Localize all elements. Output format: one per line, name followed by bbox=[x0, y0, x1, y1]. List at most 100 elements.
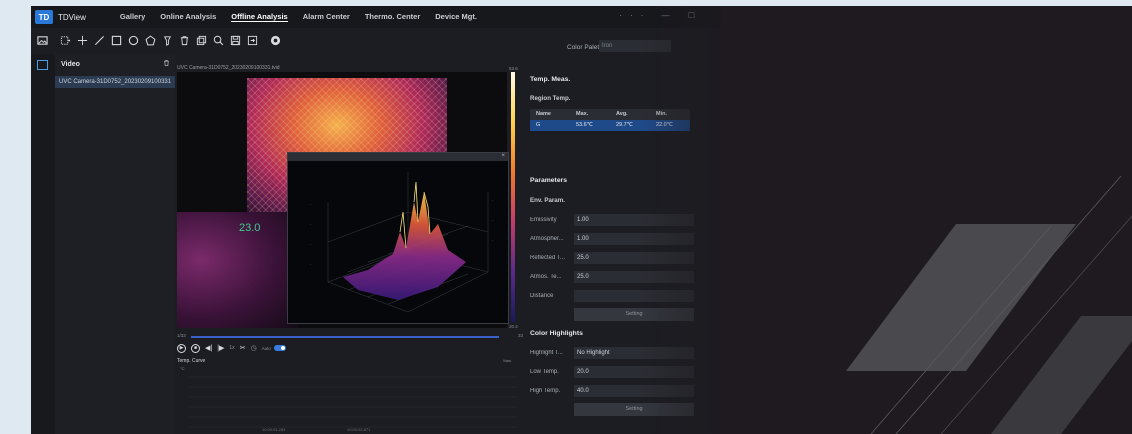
menu-alarm-center[interactable]: Alarm Center bbox=[303, 12, 350, 22]
color-highlights-header[interactable]: Color Highlights bbox=[530, 330, 583, 337]
video-panel: Video UVC Camera-31D0752_20230209100331 bbox=[55, 54, 175, 434]
svg-text:·: · bbox=[310, 202, 311, 207]
video-panel-header: Video bbox=[61, 61, 80, 68]
highlight-type-select[interactable]: No Highlight bbox=[574, 347, 694, 359]
temp-curve-panel: Temp. Curve °C Max. 10:00:01.283 10:00:0… bbox=[177, 355, 522, 434]
region-temp-header: Region Temp. bbox=[530, 95, 571, 102]
distance-label: Distance bbox=[530, 293, 554, 299]
video-icon[interactable] bbox=[37, 60, 48, 70]
colorbar-max-label: 53.6 bbox=[509, 66, 518, 71]
col-name: Name bbox=[536, 111, 551, 117]
reflected-temp-field[interactable]: 25.0 bbox=[574, 252, 694, 264]
cell-min: 22.0℃ bbox=[656, 122, 673, 128]
speed-icon[interactable]: 1x bbox=[229, 345, 234, 351]
colorbar-min-label: 20.4 bbox=[509, 324, 518, 329]
reflected-temp-label: Reflected T... bbox=[530, 255, 565, 261]
save-icon[interactable] bbox=[230, 35, 241, 46]
temp-curve-grid bbox=[189, 376, 517, 428]
col-avg: Avg. bbox=[616, 111, 628, 117]
col-max: Max. bbox=[576, 111, 589, 117]
right-panel: Temp. Meas. Region Temp. Name Max. Avg. … bbox=[524, 66, 721, 434]
emissivity-field[interactable]: 1.00 bbox=[574, 214, 694, 226]
main-menu: Gallery Online Analysis Offline Analysis… bbox=[120, 12, 492, 22]
table-row[interactable]: G 53.6℃ 29.7℃ 22.0℃ bbox=[530, 120, 690, 131]
step-back-icon[interactable]: ◀| bbox=[205, 344, 212, 352]
video-file-item[interactable]: UVC Camera-31D0752_20230209100331 bbox=[55, 76, 175, 88]
menu-gallery[interactable]: Gallery bbox=[120, 12, 145, 22]
svg-text:·: · bbox=[310, 222, 311, 227]
menu-online-analysis[interactable]: Online Analysis bbox=[160, 12, 216, 22]
menu-thermo-center[interactable]: Thermo. Center bbox=[365, 12, 420, 22]
export-icon[interactable] bbox=[247, 35, 258, 46]
step-forward-icon[interactable]: |▶ bbox=[217, 344, 224, 352]
high-temp-field[interactable]: 40.0 bbox=[574, 385, 694, 397]
low-temp-label: Low Temp. bbox=[530, 369, 559, 375]
svg-text:·: · bbox=[492, 218, 493, 223]
app-logo: TD bbox=[35, 10, 53, 24]
timeline-start: 1/33 bbox=[177, 333, 186, 338]
image-icon[interactable] bbox=[37, 35, 48, 46]
temperature-reading: 23.0 bbox=[239, 222, 261, 234]
3d-plot-window[interactable]: × · · · · · · · bbox=[287, 152, 509, 324]
rectangle-icon[interactable] bbox=[111, 35, 122, 46]
polygon-icon[interactable] bbox=[145, 34, 156, 46]
temp-curve-max-label: Max. bbox=[503, 358, 512, 363]
play-icon[interactable]: ▶ bbox=[177, 343, 186, 353]
thermal-image-lower bbox=[177, 212, 297, 328]
auto-label: Auto bbox=[261, 345, 271, 351]
3d-plot-titlebar[interactable] bbox=[288, 153, 508, 161]
menu-offline-analysis[interactable]: Offline Analysis bbox=[231, 12, 288, 22]
high-temp-label: High Temp. bbox=[530, 388, 561, 394]
region-temp-table: Name Max. Avg. Min. G 53.6℃ 29.7℃ 22.0℃ bbox=[530, 109, 690, 131]
timeline[interactable]: 1/33 33 bbox=[177, 333, 523, 341]
window-controls[interactable]: ··· — ☐ bbox=[619, 11, 703, 20]
clock-icon[interactable]: ◷ bbox=[251, 344, 257, 352]
pin-icon[interactable] bbox=[162, 35, 173, 46]
cell-name: G bbox=[536, 122, 541, 128]
auto-toggle[interactable] bbox=[273, 345, 286, 351]
cut-icon[interactable]: ✂ bbox=[240, 344, 246, 352]
line-icon[interactable] bbox=[94, 35, 105, 46]
screenshot-stage: TD TDView Gallery Online Analysis Offlin… bbox=[31, 6, 1132, 434]
emissivity-label: Emissivity bbox=[530, 217, 557, 223]
zoom-icon[interactable] bbox=[213, 35, 224, 46]
svg-text:·: · bbox=[492, 238, 493, 243]
title-bar: TD TDView Gallery Online Analysis Offlin… bbox=[31, 6, 721, 28]
close-icon[interactable]: × bbox=[501, 153, 505, 159]
left-nav bbox=[31, 54, 55, 434]
delete-icon[interactable] bbox=[179, 35, 190, 46]
temp-curve-title: Temp. Curve bbox=[177, 358, 206, 364]
color-palette-select[interactable]: Iron bbox=[599, 40, 671, 52]
highlight-type-label: Highlight T... bbox=[530, 350, 563, 356]
env-param-header: Env. Param. bbox=[530, 197, 565, 204]
cell-avg: 29.7℃ bbox=[616, 122, 633, 128]
3d-surface-plot: · · · · · · · bbox=[310, 172, 493, 313]
rect-select-icon[interactable] bbox=[60, 35, 71, 46]
timeline-track[interactable] bbox=[191, 336, 499, 338]
atmospheric-field[interactable]: 1.00 bbox=[574, 233, 694, 245]
parameters-header[interactable]: Parameters bbox=[530, 177, 567, 184]
decorative-stripes bbox=[846, 175, 1132, 434]
highlight-setting-button[interactable]: Setting bbox=[574, 403, 694, 416]
cell-max: 53.6℃ bbox=[576, 122, 593, 128]
menu-device-mgt[interactable]: Device Mgt. bbox=[435, 12, 477, 22]
temperature-colorbar bbox=[511, 72, 515, 322]
low-temp-field[interactable]: 20.0 bbox=[574, 366, 694, 378]
temp-curve-xlabel-1: 10:00:01.283 bbox=[262, 427, 286, 432]
3d-icon[interactable] bbox=[270, 35, 281, 46]
atmos-temp-field[interactable]: 25.0 bbox=[574, 271, 694, 283]
tdview-window: TD TDView Gallery Online Analysis Offlin… bbox=[31, 6, 721, 434]
copy-icon[interactable] bbox=[196, 35, 207, 46]
atmos-temp-label: Atmos. Te... bbox=[530, 274, 562, 280]
stop-icon[interactable]: ■ bbox=[191, 343, 200, 353]
svg-text:·: · bbox=[310, 262, 311, 267]
table-header: Name Max. Avg. Min. bbox=[530, 109, 690, 120]
trash-icon[interactable] bbox=[163, 59, 170, 69]
temp-meas-header[interactable]: Temp. Meas. bbox=[530, 76, 570, 83]
circle-icon[interactable] bbox=[128, 35, 139, 46]
col-min: Min. bbox=[656, 111, 667, 117]
env-setting-button[interactable]: Setting bbox=[574, 308, 694, 321]
distance-field[interactable] bbox=[574, 290, 694, 302]
point-icon[interactable] bbox=[77, 35, 88, 46]
app-name: TDView bbox=[58, 12, 86, 22]
